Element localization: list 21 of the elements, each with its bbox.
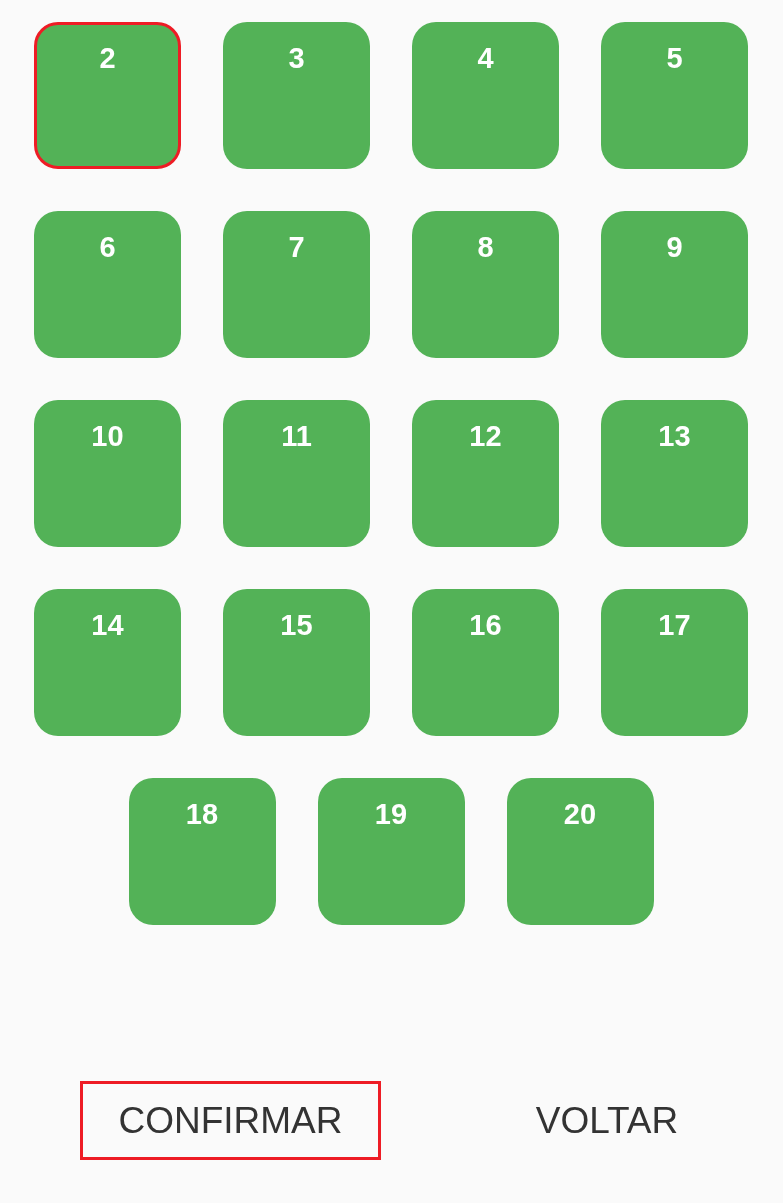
number-tile[interactable]: 7 <box>223 211 370 358</box>
text-button[interactable]: VOLTAR <box>456 1081 758 1160</box>
number-tile[interactable]: 11 <box>223 400 370 547</box>
number-tile[interactable]: 19 <box>317 778 465 925</box>
number-tile[interactable]: 13 <box>601 400 748 547</box>
number-tile[interactable]: 17 <box>601 589 748 736</box>
number-tile[interactable]: 5 <box>601 22 748 169</box>
number-tile[interactable]: 8 <box>412 211 559 358</box>
number-tile[interactable]: 2 <box>34 22 181 169</box>
number-tile[interactable]: 16 <box>412 589 559 736</box>
text-button[interactable]: CONFIRMAR <box>80 1081 381 1160</box>
number-tile[interactable]: 3 <box>223 22 370 169</box>
number-tile[interactable]: 20 <box>506 778 654 925</box>
number-tile[interactable]: 6 <box>34 211 181 358</box>
number-tile[interactable]: 9 <box>601 211 748 358</box>
number-tile[interactable]: 10 <box>34 400 181 547</box>
number-tile[interactable]: 4 <box>412 22 559 169</box>
number-tile[interactable]: 18 <box>128 778 276 925</box>
number-tile[interactable]: 12 <box>412 400 559 547</box>
number-tile[interactable]: 15 <box>223 589 370 736</box>
number-tile[interactable]: 14 <box>34 589 181 736</box>
